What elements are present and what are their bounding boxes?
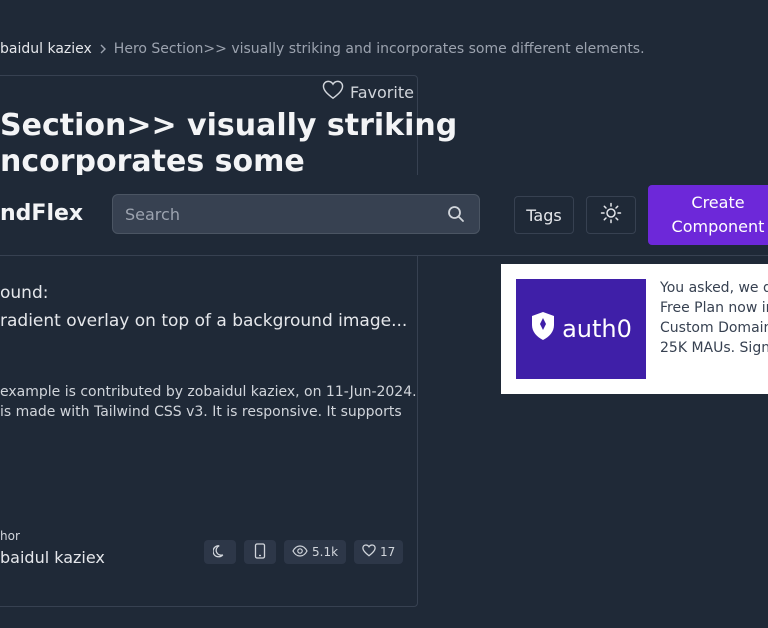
page-title-line2: ncorporates some bbox=[0, 144, 305, 179]
views-badge: 5.1k bbox=[284, 540, 347, 564]
site-logo[interactable]: ndFlex bbox=[0, 201, 83, 226]
shield-icon bbox=[530, 311, 556, 347]
likes-badge[interactable]: 17 bbox=[354, 540, 404, 564]
author-label: hor bbox=[0, 529, 20, 543]
dark-mode-badge bbox=[204, 540, 236, 564]
contribution-text: example is contributed by zobaidul kazie… bbox=[0, 384, 417, 400]
ad-text: You asked, we de Free Plan now in Custom… bbox=[660, 278, 768, 358]
page-title: Section>> visually striking ncorporates … bbox=[0, 108, 457, 180]
search-input[interactable] bbox=[113, 203, 427, 225]
heart-icon bbox=[322, 80, 344, 104]
author-name[interactable]: baidul kaziex bbox=[0, 548, 105, 567]
favorite-label: Favorite bbox=[350, 82, 414, 102]
search-icon[interactable] bbox=[447, 205, 465, 227]
chevron-right-icon bbox=[98, 43, 108, 55]
sun-icon bbox=[600, 202, 622, 228]
favorite-button[interactable]: Favorite bbox=[322, 80, 414, 104]
ad-text-line4: 25K MAUs. Sign u bbox=[660, 340, 768, 356]
eye-icon bbox=[292, 544, 308, 560]
breadcrumb-author-link[interactable]: baidul kaziex bbox=[0, 41, 92, 57]
create-button-line1: Create bbox=[691, 193, 745, 212]
top-navbar: ndFlex Tags Create Component bbox=[0, 175, 768, 256]
ad-text-line2: Free Plan now in bbox=[660, 300, 768, 316]
breadcrumb-current: Hero Section>> visually striking and inc… bbox=[113, 41, 645, 57]
tags-button[interactable]: Tags bbox=[514, 196, 574, 234]
theme-toggle-button[interactable] bbox=[586, 196, 636, 234]
create-component-button[interactable]: Create Component bbox=[648, 185, 768, 245]
heart-icon bbox=[362, 544, 376, 560]
description-text: radient overlay on top of a background i… bbox=[0, 311, 408, 331]
description-label: ound: bbox=[0, 283, 49, 303]
auth0-logo: auth0 bbox=[516, 279, 646, 379]
tech-info-text: is made with Tailwind CSS v3. It is resp… bbox=[0, 404, 402, 420]
create-button-line2: Component bbox=[671, 217, 765, 236]
responsive-badge bbox=[244, 540, 276, 564]
auth0-logo-text: auth0 bbox=[562, 315, 632, 343]
breadcrumb: baidul kaziex Hero Section>> visually st… bbox=[0, 38, 645, 60]
moon-icon bbox=[212, 544, 227, 561]
search-box[interactable] bbox=[112, 194, 480, 234]
stats-bar: 5.1k 17 bbox=[204, 540, 404, 564]
ad-text-line3: Custom Domain, bbox=[660, 320, 768, 336]
sponsor-ad[interactable]: auth0 You asked, we de Free Plan now in … bbox=[501, 264, 768, 394]
views-count: 5.1k bbox=[312, 545, 339, 559]
ad-text-line1: You asked, we de bbox=[660, 280, 768, 296]
page-title-line1: Section>> visually striking bbox=[0, 108, 458, 143]
likes-count: 17 bbox=[380, 545, 396, 559]
mobile-icon bbox=[254, 542, 266, 562]
